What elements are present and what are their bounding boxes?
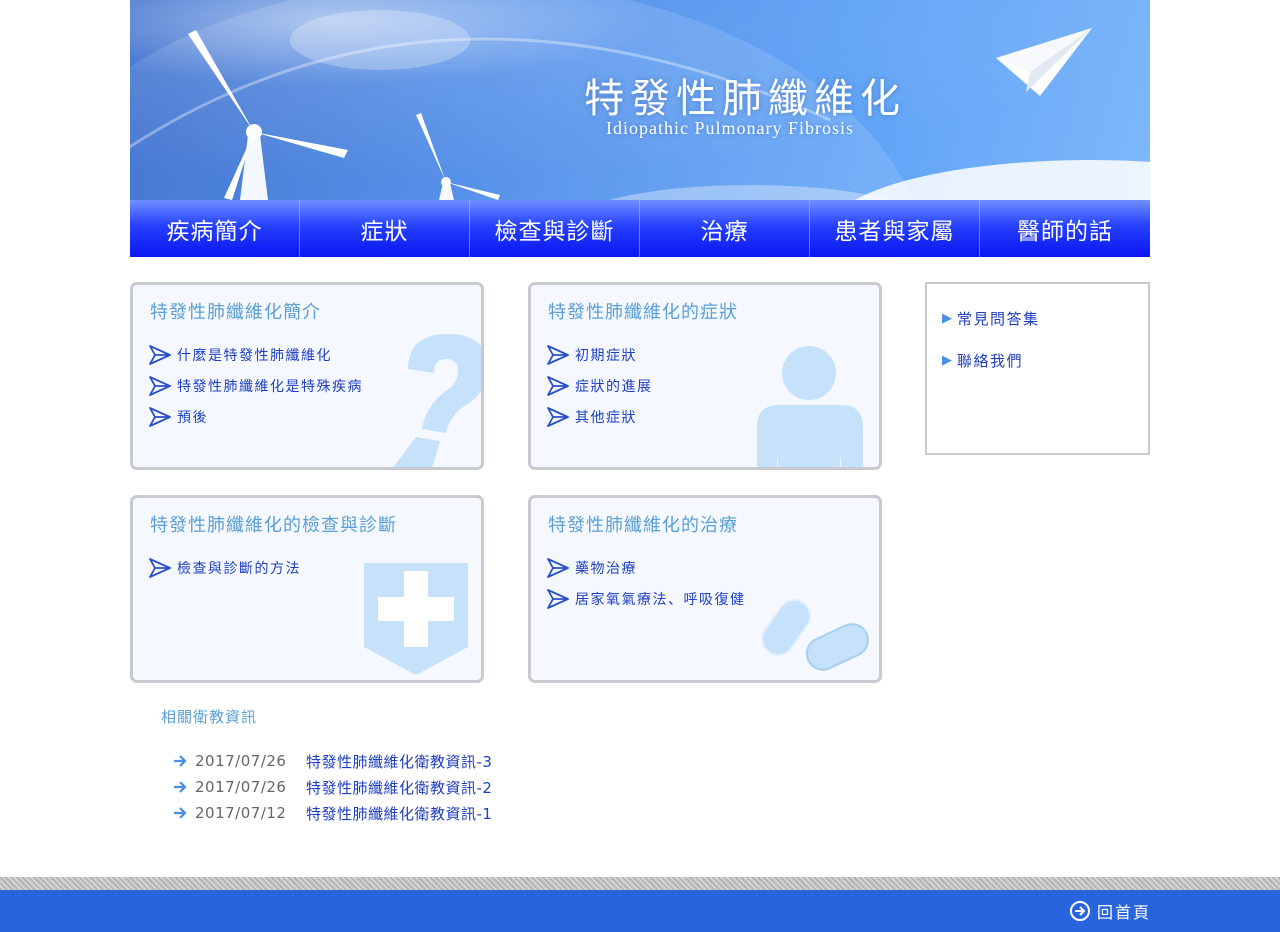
medical-cross-icon: [364, 563, 468, 675]
card-link-list: 檢查與診斷的方法: [149, 552, 301, 583]
footer-bar: 回首頁: [0, 890, 1280, 932]
card-diagnosis: 特發性肺纖維化的檢查與診斷 檢查與診斷的方法: [130, 495, 484, 683]
paper-plane-bullet-icon: [547, 588, 569, 609]
news-item: 2017/07/12 特發性肺纖維化衛教資訊-1: [173, 803, 492, 823]
news-item: 2017/07/26 特發性肺纖維化衛教資訊-3: [173, 751, 492, 771]
list-item[interactable]: 其他症狀: [547, 401, 653, 432]
news-date: 2017/07/26: [195, 778, 287, 796]
question-mark-icon: [393, 334, 481, 467]
card-link[interactable]: 什麼是特發性肺纖維化: [177, 345, 332, 365]
person-icon: [757, 346, 863, 467]
site-title: 特發性肺纖維化: [584, 76, 906, 122]
contact-link-label: 聯絡我們: [957, 352, 1024, 370]
paper-plane-bullet-icon: [149, 375, 171, 396]
contact-link[interactable]: ▶ 聯絡我們: [942, 350, 1023, 371]
card-link[interactable]: 特發性肺纖維化是特殊疾病: [177, 376, 363, 396]
card-link[interactable]: 預後: [177, 407, 208, 427]
card-title: 特發性肺纖維化的檢查與診斷: [150, 515, 397, 536]
news-link[interactable]: 特發性肺纖維化衛教資訊-3: [306, 751, 492, 772]
card-link-list: 藥物治療 居家氧氣療法、呼吸復健: [547, 552, 746, 614]
card-link[interactable]: 檢查與診斷的方法: [177, 558, 301, 578]
card-link[interactable]: 居家氧氣療法、呼吸復健: [575, 589, 746, 609]
card-title: 特發性肺纖維化的治療: [548, 515, 738, 536]
main-nav: 疾病簡介 症狀 檢查與診斷 治療 患者與家屬 醫師的話: [130, 200, 1150, 257]
list-item[interactable]: 居家氧氣療法、呼吸復健: [547, 583, 746, 614]
card-link[interactable]: 其他症狀: [575, 407, 637, 427]
triangle-right-icon: ▶: [942, 311, 952, 326]
card-symptoms: 特發性肺纖維化的症狀 初期症狀 症狀的進展 其他症狀: [528, 282, 882, 470]
card-link-list: 什麼是特發性肺纖維化 特發性肺纖維化是特殊疾病 預後: [149, 339, 363, 432]
paper-plane-bullet-icon: [149, 557, 171, 578]
news-item: 2017/07/26 特發性肺纖維化衛教資訊-2: [173, 777, 492, 797]
nav-item-diagnosis[interactable]: 檢查與診斷: [470, 200, 640, 257]
site-subtitle: Idiopathic Pulmonary Fibrosis: [606, 118, 854, 138]
news-link[interactable]: 特發性肺纖維化衛教資訊-2: [306, 777, 492, 798]
news-date: 2017/07/26: [195, 752, 287, 770]
nav-item-disease-intro[interactable]: 疾病簡介: [130, 200, 300, 257]
list-item[interactable]: 什麼是特發性肺纖維化: [149, 339, 363, 370]
nav-item-treatment[interactable]: 治療: [640, 200, 810, 257]
card-link-list: 初期症狀 症狀的進展 其他症狀: [547, 339, 653, 432]
footer-pattern-strip: [0, 877, 1280, 890]
nav-item-doctor-words[interactable]: 醫師的話: [980, 200, 1150, 257]
home-link[interactable]: 回首頁: [1069, 899, 1151, 923]
side-links-box: ▶ 常見問答集 ▶ 聯絡我們: [925, 282, 1150, 455]
list-item[interactable]: 檢查與診斷的方法: [149, 552, 301, 583]
paper-plane-bullet-icon: [149, 406, 171, 427]
pill-icon: [761, 598, 869, 671]
nav-item-patients-family[interactable]: 患者與家屬: [810, 200, 980, 257]
card-treatment: 特發性肺纖維化的治療 藥物治療 居家氧氣療法、呼吸復健: [528, 495, 882, 683]
news-date: 2017/07/12: [195, 804, 287, 822]
nav-item-symptoms[interactable]: 症狀: [300, 200, 470, 257]
card-title: 特發性肺纖維化簡介: [150, 302, 321, 323]
paper-plane-bullet-icon: [547, 557, 569, 578]
list-item[interactable]: 藥物治療: [547, 552, 746, 583]
circle-arrow-right-icon: [1070, 901, 1090, 921]
home-link-label: 回首頁: [1097, 903, 1152, 922]
paper-plane-bullet-icon: [547, 406, 569, 427]
card-link[interactable]: 症狀的進展: [575, 376, 653, 396]
card-link[interactable]: 初期症狀: [575, 345, 637, 365]
list-item[interactable]: 症狀的進展: [547, 370, 653, 401]
list-item[interactable]: 初期症狀: [547, 339, 653, 370]
card-title: 特發性肺纖維化的症狀: [548, 302, 738, 323]
triangle-right-icon: ▶: [942, 353, 952, 368]
paper-plane-bullet-icon: [149, 344, 171, 365]
header-banner: 特發性肺纖維化 Idiopathic Pulmonary Fibrosis: [130, 0, 1150, 200]
faq-link-label: 常見問答集: [957, 310, 1040, 328]
news-link[interactable]: 特發性肺纖維化衛教資訊-1: [306, 803, 492, 824]
arrow-right-icon: [174, 755, 187, 767]
list-item[interactable]: 特發性肺纖維化是特殊疾病: [149, 370, 363, 401]
arrow-right-icon: [174, 807, 187, 819]
arrow-right-icon: [174, 781, 187, 793]
paper-plane-bullet-icon: [547, 375, 569, 396]
paper-plane-bullet-icon: [547, 344, 569, 365]
card-intro: 特發性肺纖維化簡介 什麼是特發性肺纖維化 特發性肺纖維化是特殊疾病 預後: [130, 282, 484, 470]
list-item[interactable]: 預後: [149, 401, 363, 432]
news-heading: 相關衛教資訊: [161, 708, 258, 726]
faq-link[interactable]: ▶ 常見問答集: [942, 308, 1040, 329]
card-link[interactable]: 藥物治療: [575, 558, 637, 578]
